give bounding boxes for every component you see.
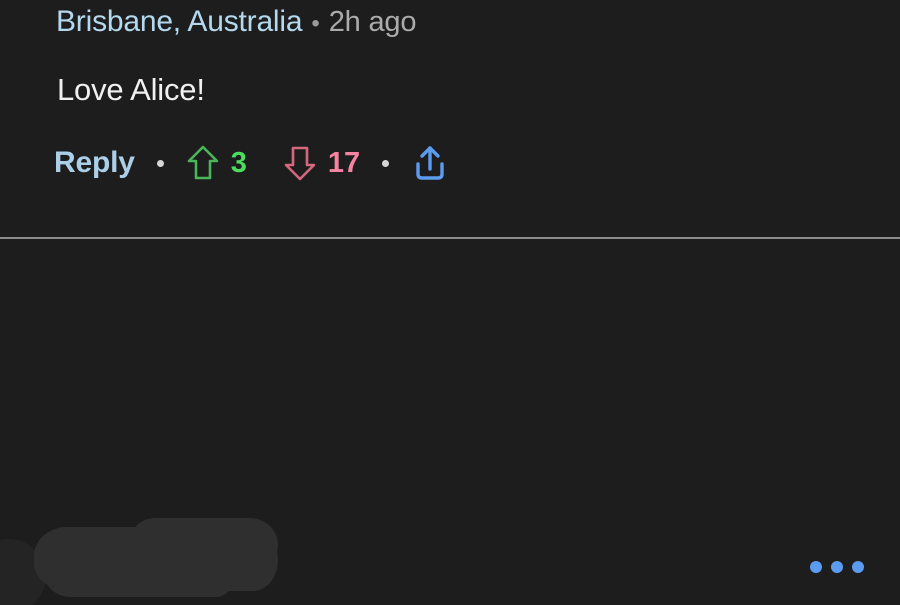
upvote-button[interactable]: 3: [186, 144, 247, 182]
reply-button[interactable]: Reply: [54, 148, 135, 178]
share-button[interactable]: [411, 143, 449, 183]
action-separator-dot-2: [382, 159, 390, 167]
action-separator-dot: [156, 159, 164, 167]
comment-item: Dublin, Ireland • 32m ago Alice is actua…: [0, 239, 900, 605]
more-horizontal-icon: [831, 561, 843, 573]
share-icon: [416, 146, 444, 180]
comment-meta: Brisbane, Australia • 2h ago: [56, 7, 416, 37]
redacted-username: [34, 518, 278, 597]
comment-location-link[interactable]: Brisbane, Australia: [56, 7, 303, 37]
arrow-up-icon: [187, 145, 219, 180]
comment-actions: Reply 3 17: [54, 143, 449, 183]
downvote-button[interactable]: 17: [283, 144, 360, 182]
more-horizontal-icon: [810, 561, 822, 573]
comment-timestamp: 2h ago: [328, 6, 417, 38]
comment-thread-screen: Brisbane, Australia • 2h ago Love Alice!…: [0, 0, 900, 605]
upvote-count: 3: [230, 146, 247, 179]
comment-body: Love Alice!: [57, 72, 205, 107]
downvote-count: 17: [327, 146, 361, 179]
more-horizontal-icon: [852, 561, 864, 573]
meta-separator-dot: •: [311, 10, 320, 37]
arrow-down-icon: [284, 146, 316, 181]
more-options-button[interactable]: [806, 553, 868, 581]
comment-item: Brisbane, Australia • 2h ago Love Alice!…: [0, 0, 900, 238]
